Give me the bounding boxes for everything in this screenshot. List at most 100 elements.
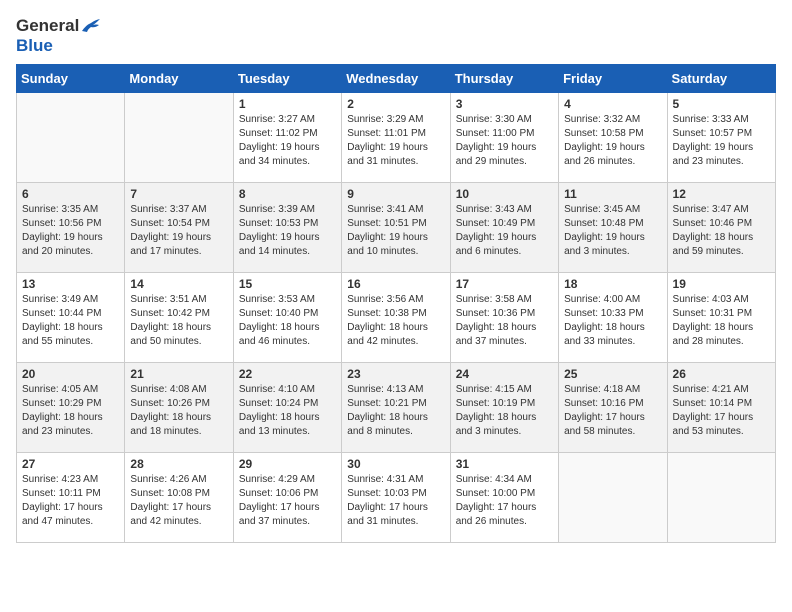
day-number: 3	[456, 97, 553, 111]
weekday-header-thursday: Thursday	[450, 65, 558, 93]
day-info: Sunrise: 3:32 AM Sunset: 10:58 PM Daylig…	[564, 113, 661, 169]
day-info: Sunrise: 3:29 AM Sunset: 11:01 PM Daylig…	[347, 113, 444, 169]
day-info: Sunrise: 3:47 AM Sunset: 10:46 PM Daylig…	[673, 203, 770, 259]
day-number: 14	[130, 277, 227, 291]
day-info: Sunrise: 3:37 AM Sunset: 10:54 PM Daylig…	[130, 203, 227, 259]
day-info: Sunrise: 3:39 AM Sunset: 10:53 PM Daylig…	[239, 203, 336, 259]
calendar-day-cell: 26 Sunrise: 4:21 AM Sunset: 10:14 PM Dayl…	[667, 363, 775, 453]
calendar-day-cell: 27 Sunrise: 4:23 AM Sunset: 10:11 PM Dayl…	[17, 453, 125, 543]
calendar-table: SundayMondayTuesdayWednesdayThursdayFrid…	[16, 64, 776, 543]
day-info: Sunrise: 3:45 AM Sunset: 10:48 PM Daylig…	[564, 203, 661, 259]
page-header: General Blue	[16, 16, 776, 56]
calendar-day-cell: 19 Sunrise: 4:03 AM Sunset: 10:31 PM Dayl…	[667, 273, 775, 363]
day-number: 13	[22, 277, 119, 291]
day-info: Sunrise: 4:15 AM Sunset: 10:19 PM Daylig…	[456, 383, 553, 439]
bird-logo-icon	[81, 18, 101, 34]
calendar-day-cell: 17 Sunrise: 3:58 AM Sunset: 10:36 PM Dayl…	[450, 273, 558, 363]
day-number: 25	[564, 367, 661, 381]
weekday-header-monday: Monday	[125, 65, 233, 93]
day-number: 5	[673, 97, 770, 111]
day-number: 10	[456, 187, 553, 201]
day-info: Sunrise: 3:43 AM Sunset: 10:49 PM Daylig…	[456, 203, 553, 259]
weekday-header-wednesday: Wednesday	[342, 65, 450, 93]
day-number: 11	[564, 187, 661, 201]
day-info: Sunrise: 3:27 AM Sunset: 11:02 PM Daylig…	[239, 113, 336, 169]
day-info: Sunrise: 3:30 AM Sunset: 11:00 PM Daylig…	[456, 113, 553, 169]
weekday-header-row: SundayMondayTuesdayWednesdayThursdayFrid…	[17, 65, 776, 93]
day-info: Sunrise: 3:53 AM Sunset: 10:40 PM Daylig…	[239, 293, 336, 349]
day-info: Sunrise: 4:03 AM Sunset: 10:31 PM Daylig…	[673, 293, 770, 349]
calendar-day-cell: 25 Sunrise: 4:18 AM Sunset: 10:16 PM Dayl…	[559, 363, 667, 453]
day-number: 31	[456, 457, 553, 471]
day-number: 4	[564, 97, 661, 111]
calendar-day-cell: 28Sunrise: 4:26 AM Sunset: 10:08 PM Dayl…	[125, 453, 233, 543]
logo-blue-text: Blue	[16, 36, 53, 56]
day-number: 1	[239, 97, 336, 111]
day-number: 18	[564, 277, 661, 291]
day-info: Sunrise: 3:35 AM Sunset: 10:56 PM Daylig…	[22, 203, 119, 259]
calendar-day-cell: 20 Sunrise: 4:05 AM Sunset: 10:29 PM Dayl…	[17, 363, 125, 453]
day-info: Sunrise: 4:21 AM Sunset: 10:14 PM Daylig…	[673, 383, 770, 439]
logo: General Blue	[16, 16, 101, 56]
logo-general-row: General	[16, 16, 101, 36]
day-number: 21	[130, 367, 227, 381]
calendar-day-cell: 14 Sunrise: 3:51 AM Sunset: 10:42 PM Dayl…	[125, 273, 233, 363]
day-info: Sunrise: 4:13 AM Sunset: 10:21 PM Daylig…	[347, 383, 444, 439]
day-number: 26	[673, 367, 770, 381]
logo-general-text: General	[16, 16, 79, 36]
calendar-week-row: 13 Sunrise: 3:49 AM Sunset: 10:44 PM Dayl…	[17, 273, 776, 363]
day-number: 20	[22, 367, 119, 381]
day-number: 27	[22, 457, 119, 471]
calendar-day-cell: 15Sunrise: 3:53 AM Sunset: 10:40 PM Dayl…	[233, 273, 341, 363]
day-info: Sunrise: 4:10 AM Sunset: 10:24 PM Daylig…	[239, 383, 336, 439]
calendar-day-cell: 8Sunrise: 3:39 AM Sunset: 10:53 PM Dayli…	[233, 183, 341, 273]
calendar-day-cell	[17, 93, 125, 183]
weekday-header-sunday: Sunday	[17, 65, 125, 93]
calendar-day-cell: 5 Sunrise: 3:33 AM Sunset: 10:57 PM Dayli…	[667, 93, 775, 183]
day-info: Sunrise: 4:31 AM Sunset: 10:03 PM Daylig…	[347, 473, 444, 529]
calendar-day-cell	[667, 453, 775, 543]
day-number: 29	[239, 457, 336, 471]
day-number: 16	[347, 277, 444, 291]
day-number: 17	[456, 277, 553, 291]
day-number: 30	[347, 457, 444, 471]
calendar-day-cell: 2 Sunrise: 3:29 AM Sunset: 11:01 PM Dayli…	[342, 93, 450, 183]
calendar-day-cell: 29 Sunrise: 4:29 AM Sunset: 10:06 PM Dayl…	[233, 453, 341, 543]
day-info: Sunrise: 3:41 AM Sunset: 10:51 PM Daylig…	[347, 203, 444, 259]
weekday-header-friday: Friday	[559, 65, 667, 93]
calendar-day-cell: 30 Sunrise: 4:31 AM Sunset: 10:03 PM Dayl…	[342, 453, 450, 543]
day-info: Sunrise: 3:49 AM Sunset: 10:44 PM Daylig…	[22, 293, 119, 349]
day-info: Sunrise: 4:00 AM Sunset: 10:33 PM Daylig…	[564, 293, 661, 349]
day-number: 23	[347, 367, 444, 381]
calendar-day-cell: 31 Sunrise: 4:34 AM Sunset: 10:00 PM Dayl…	[450, 453, 558, 543]
calendar-week-row: 27 Sunrise: 4:23 AM Sunset: 10:11 PM Dayl…	[17, 453, 776, 543]
calendar-day-cell: 12 Sunrise: 3:47 AM Sunset: 10:46 PM Dayl…	[667, 183, 775, 273]
calendar-day-cell: 22Sunrise: 4:10 AM Sunset: 10:24 PM Dayl…	[233, 363, 341, 453]
day-number: 19	[673, 277, 770, 291]
day-number: 24	[456, 367, 553, 381]
day-number: 2	[347, 97, 444, 111]
day-info: Sunrise: 4:18 AM Sunset: 10:16 PM Daylig…	[564, 383, 661, 439]
day-info: Sunrise: 4:29 AM Sunset: 10:06 PM Daylig…	[239, 473, 336, 529]
day-info: Sunrise: 3:58 AM Sunset: 10:36 PM Daylig…	[456, 293, 553, 349]
day-info: Sunrise: 3:51 AM Sunset: 10:42 PM Daylig…	[130, 293, 227, 349]
calendar-day-cell: 10 Sunrise: 3:43 AM Sunset: 10:49 PM Dayl…	[450, 183, 558, 273]
calendar-day-cell: 6Sunrise: 3:35 AM Sunset: 10:56 PM Dayli…	[17, 183, 125, 273]
day-number: 12	[673, 187, 770, 201]
day-info: Sunrise: 3:56 AM Sunset: 10:38 PM Daylig…	[347, 293, 444, 349]
day-info: Sunrise: 3:33 AM Sunset: 10:57 PM Daylig…	[673, 113, 770, 169]
calendar-day-cell: 13 Sunrise: 3:49 AM Sunset: 10:44 PM Dayl…	[17, 273, 125, 363]
day-number: 7	[130, 187, 227, 201]
calendar-day-cell: 16 Sunrise: 3:56 AM Sunset: 10:38 PM Dayl…	[342, 273, 450, 363]
weekday-header-tuesday: Tuesday	[233, 65, 341, 93]
day-info: Sunrise: 4:08 AM Sunset: 10:26 PM Daylig…	[130, 383, 227, 439]
day-number: 28	[130, 457, 227, 471]
day-number: 9	[347, 187, 444, 201]
calendar-day-cell: 24 Sunrise: 4:15 AM Sunset: 10:19 PM Dayl…	[450, 363, 558, 453]
calendar-day-cell: 9 Sunrise: 3:41 AM Sunset: 10:51 PM Dayli…	[342, 183, 450, 273]
day-info: Sunrise: 4:34 AM Sunset: 10:00 PM Daylig…	[456, 473, 553, 529]
calendar-day-cell: 21 Sunrise: 4:08 AM Sunset: 10:26 PM Dayl…	[125, 363, 233, 453]
calendar-week-row: 1 Sunrise: 3:27 AM Sunset: 11:02 PM Dayli…	[17, 93, 776, 183]
day-info: Sunrise: 4:23 AM Sunset: 10:11 PM Daylig…	[22, 473, 119, 529]
day-info: Sunrise: 4:05 AM Sunset: 10:29 PM Daylig…	[22, 383, 119, 439]
